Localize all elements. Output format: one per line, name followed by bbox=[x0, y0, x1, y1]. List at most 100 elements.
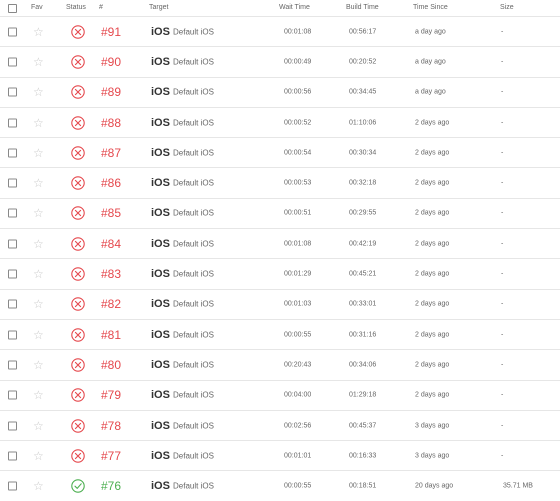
column-header-number[interactable]: # bbox=[99, 4, 103, 11]
row-select-checkbox[interactable] bbox=[8, 421, 17, 430]
x-circle-icon bbox=[71, 206, 85, 221]
row-select-checkbox[interactable] bbox=[8, 269, 17, 279]
star-outline-icon[interactable]: ☆ bbox=[33, 297, 44, 311]
column-header-status[interactable]: Status bbox=[66, 4, 86, 11]
star-outline-icon[interactable]: ☆ bbox=[33, 419, 44, 433]
row-select-checkbox[interactable] bbox=[8, 390, 17, 400]
x-circle-icon bbox=[71, 85, 85, 99]
build-time: 00:31:16 bbox=[349, 331, 377, 339]
build-number-link[interactable]: #86 bbox=[101, 176, 121, 190]
star-outline-icon[interactable]: ☆ bbox=[33, 328, 44, 342]
star-outline-icon[interactable]: ☆ bbox=[33, 479, 44, 493]
time-since: 2 days ago bbox=[415, 391, 450, 399]
row-select-checkbox[interactable] bbox=[8, 239, 17, 249]
table-row[interactable]: ☆ #90 iOS Default iOS 00:00:49 00:20:52 … bbox=[0, 46, 560, 76]
wait-time: 00:01:08 bbox=[284, 28, 312, 36]
column-header-fav[interactable]: Fav bbox=[31, 4, 43, 11]
row-select-checkbox[interactable] bbox=[8, 27, 17, 37]
row-select-checkbox[interactable] bbox=[8, 299, 17, 309]
time-since: 2 days ago bbox=[415, 149, 450, 157]
table-row[interactable]: ☆ #88 iOS Default iOS 00:00:52 01:10:06 … bbox=[0, 106, 560, 137]
build-size: - bbox=[501, 452, 504, 460]
platform-label: iOS bbox=[151, 146, 170, 159]
platform-label: iOS bbox=[151, 268, 170, 281]
target-name: Default iOS bbox=[173, 390, 214, 400]
build-time: 00:33:01 bbox=[349, 300, 377, 308]
table-row[interactable]: ☆ #86 iOS Default iOS 00:00:53 00:32:18 … bbox=[0, 167, 560, 197]
build-number-link[interactable]: #76 bbox=[101, 479, 121, 493]
table-row[interactable]: ☆ #84 iOS Default iOS 00:01:08 00:42:19 … bbox=[0, 228, 560, 258]
select-all-checkbox[interactable] bbox=[8, 4, 17, 15]
target-name: Default iOS bbox=[173, 57, 214, 67]
row-select-checkbox[interactable] bbox=[8, 451, 17, 461]
build-number-link[interactable]: #87 bbox=[101, 146, 121, 160]
build-number-link[interactable]: #80 bbox=[101, 358, 121, 372]
star-outline-icon[interactable]: ☆ bbox=[33, 449, 44, 463]
star-outline-icon[interactable]: ☆ bbox=[33, 55, 44, 69]
table-row[interactable]: ☆ #76 iOS Default iOS 00:00:55 00:18:51 … bbox=[0, 470, 560, 500]
star-outline-icon[interactable]: ☆ bbox=[33, 25, 44, 39]
build-number-link[interactable]: #77 bbox=[101, 449, 121, 463]
star-outline-icon[interactable]: ☆ bbox=[33, 206, 44, 220]
build-number-link[interactable]: #82 bbox=[101, 297, 121, 311]
column-header-target[interactable]: Target bbox=[149, 4, 168, 11]
row-select-checkbox[interactable] bbox=[8, 178, 17, 188]
star-outline-icon[interactable]: ☆ bbox=[33, 176, 44, 190]
build-size: - bbox=[501, 28, 504, 36]
build-number-link[interactable]: #81 bbox=[101, 328, 121, 342]
time-since: 20 days ago bbox=[415, 482, 454, 490]
build-size: - bbox=[501, 149, 504, 157]
build-number-link[interactable]: #89 bbox=[101, 85, 121, 99]
row-select-checkbox[interactable] bbox=[8, 481, 17, 491]
table-row[interactable]: ☆ #77 iOS Default iOS 00:01:01 00:16:33 … bbox=[0, 440, 560, 470]
x-circle-icon bbox=[71, 236, 85, 251]
star-outline-icon[interactable]: ☆ bbox=[33, 85, 44, 99]
row-select-checkbox[interactable] bbox=[8, 118, 17, 128]
table-row[interactable]: ☆ #81 iOS Default iOS 00:00:55 00:31:16 … bbox=[0, 318, 560, 349]
table-row[interactable]: ☆ #87 iOS Default iOS 00:00:54 00:30:34 … bbox=[0, 137, 560, 167]
table-row[interactable]: ☆ #79 iOS Default iOS 00:04:00 01:29:18 … bbox=[0, 379, 560, 410]
build-number-link[interactable]: #91 bbox=[101, 25, 121, 39]
table-row[interactable]: ☆ #85 iOS Default iOS 00:00:51 00:29:55 … bbox=[0, 197, 560, 228]
table-row[interactable]: ☆ #89 iOS Default iOS 00:00:56 00:34:45 … bbox=[0, 76, 560, 107]
build-size: - bbox=[501, 391, 504, 399]
x-circle-icon bbox=[71, 146, 85, 160]
build-number-link[interactable]: #78 bbox=[101, 419, 121, 433]
build-time: 00:34:06 bbox=[349, 361, 377, 369]
row-select-checkbox[interactable] bbox=[8, 87, 17, 97]
build-number-link[interactable]: #83 bbox=[101, 267, 121, 281]
table-row[interactable]: ☆ #91 iOS Default iOS 00:01:08 00:56:17 … bbox=[0, 16, 560, 46]
star-outline-icon[interactable]: ☆ bbox=[33, 358, 44, 372]
target-name: Default iOS bbox=[173, 178, 214, 188]
row-select-checkbox[interactable] bbox=[8, 330, 17, 340]
row-select-checkbox[interactable] bbox=[8, 57, 17, 67]
column-header-size[interactable]: Size bbox=[500, 4, 514, 11]
row-select-checkbox[interactable] bbox=[8, 360, 17, 370]
table-row[interactable]: ☆ #80 iOS Default iOS 00:20:43 00:34:06 … bbox=[0, 349, 560, 379]
build-time: 00:30:34 bbox=[349, 149, 377, 157]
column-header-build-time[interactable]: Build Time bbox=[346, 4, 379, 11]
row-select-checkbox[interactable] bbox=[8, 208, 17, 218]
build-number-link[interactable]: #90 bbox=[101, 55, 121, 69]
build-number-link[interactable]: #88 bbox=[101, 116, 121, 130]
row-select-checkbox[interactable] bbox=[8, 148, 17, 158]
build-number-link[interactable]: #84 bbox=[101, 237, 121, 251]
column-header-wait-time[interactable]: Wait Time bbox=[279, 4, 310, 11]
wait-time: 00:01:01 bbox=[284, 452, 312, 460]
wait-time: 00:00:55 bbox=[284, 331, 312, 339]
star-outline-icon[interactable]: ☆ bbox=[33, 237, 44, 251]
build-time: 00:42:19 bbox=[349, 240, 377, 248]
table-row[interactable]: ☆ #78 iOS Default iOS 00:02:56 00:45:37 … bbox=[0, 409, 560, 440]
wait-time: 00:00:51 bbox=[284, 209, 312, 217]
column-header-time-since[interactable]: Time Since bbox=[413, 4, 448, 11]
star-outline-icon[interactable]: ☆ bbox=[33, 146, 44, 160]
star-outline-icon[interactable]: ☆ bbox=[33, 267, 44, 281]
star-outline-icon[interactable]: ☆ bbox=[33, 388, 44, 402]
table-row[interactable]: ☆ #83 iOS Default iOS 00:01:29 00:45:21 … bbox=[0, 258, 560, 288]
target-name: Default iOS bbox=[173, 481, 214, 491]
time-since: 2 days ago bbox=[415, 361, 450, 369]
build-number-link[interactable]: #85 bbox=[101, 206, 121, 220]
star-outline-icon[interactable]: ☆ bbox=[33, 116, 44, 130]
build-number-link[interactable]: #79 bbox=[101, 388, 121, 402]
table-row[interactable]: ☆ #82 iOS Default iOS 00:01:03 00:33:01 … bbox=[0, 288, 560, 319]
